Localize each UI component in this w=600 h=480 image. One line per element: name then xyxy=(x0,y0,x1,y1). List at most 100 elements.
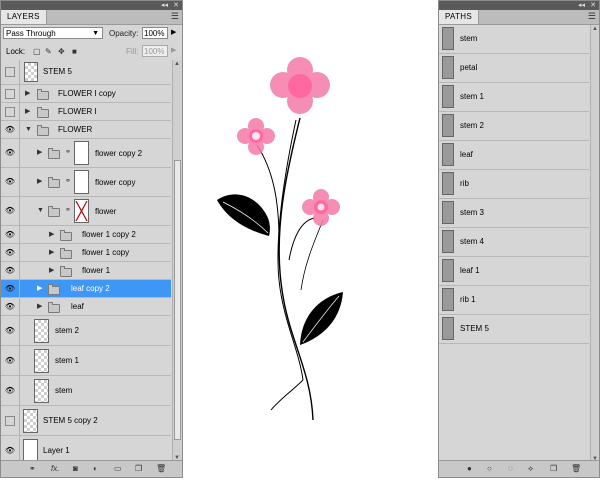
blend-mode-select[interactable]: Pass Through ▼ xyxy=(3,27,103,39)
expand-triangle-icon[interactable]: ▶ xyxy=(49,231,54,239)
make-work-path-icon[interactable]: ⟡ xyxy=(528,463,533,474)
eye-icon[interactable]: 👁 xyxy=(4,206,16,216)
collapse-icon[interactable]: ◂◂ xyxy=(578,1,585,10)
fill-field[interactable]: 100% xyxy=(142,45,168,57)
path-row[interactable]: rib xyxy=(439,170,589,199)
visibility-toggle[interactable] xyxy=(5,416,15,426)
fill-arrow-icon[interactable]: ▶ xyxy=(171,46,176,54)
path-row[interactable]: leaf xyxy=(439,141,589,170)
fill-path-icon[interactable]: ● xyxy=(467,463,472,474)
layer-row[interactable]: 👁 ▼ FLOWER xyxy=(1,121,171,139)
expand-triangle-icon[interactable]: ▶ xyxy=(49,267,54,275)
document-canvas[interactable] xyxy=(183,0,438,478)
eye-icon[interactable]: 👁 xyxy=(4,266,16,276)
lock-position-icon[interactable]: ✥ xyxy=(58,46,65,57)
new-group-icon[interactable]: ▭ xyxy=(114,463,122,474)
lock-image-icon[interactable]: ✎ xyxy=(45,46,52,57)
eye-icon[interactable]: 👁 xyxy=(4,177,16,187)
opacity-arrow-icon[interactable]: ▶ xyxy=(171,28,176,36)
layer-row[interactable]: 👁 ▶ flower 1 copy xyxy=(1,244,171,262)
eye-icon[interactable]: 👁 xyxy=(4,446,16,456)
layer-row[interactable]: ▶ FLOWER I copy xyxy=(1,85,171,103)
layer-row[interactable]: STEM 5 xyxy=(1,60,171,85)
layer-style-icon[interactable]: fx. xyxy=(51,463,59,474)
eye-icon[interactable]: 👁 xyxy=(4,386,16,396)
scroll-up-icon[interactable]: ▲ xyxy=(174,61,180,67)
disabled-mask-thumbnail[interactable] xyxy=(74,199,89,223)
layer-name: flower copy xyxy=(95,178,136,187)
path-name: stem 1 xyxy=(460,92,485,101)
collapse-icon[interactable]: ◂◂ xyxy=(161,1,168,10)
layers-tabbar: LAYERS ☰ xyxy=(1,10,182,25)
path-row[interactable]: stem 3 xyxy=(439,199,589,228)
adjustment-layer-icon[interactable]: ◐ xyxy=(93,463,98,474)
load-as-selection-icon[interactable]: ◌ xyxy=(508,463,513,474)
path-row[interactable]: STEM 5 xyxy=(439,315,589,344)
link-layers-icon[interactable]: ⚭ xyxy=(29,463,36,474)
layer-row[interactable]: 👁 ▶ ⚭ flower copy 2 xyxy=(1,139,171,168)
eye-icon[interactable]: 👁 xyxy=(4,302,16,312)
tab-paths[interactable]: PATHS xyxy=(439,10,479,24)
path-row[interactable]: leaf 1 xyxy=(439,257,589,286)
paths-scrollbar[interactable]: ▲ ▼ xyxy=(590,25,599,463)
expand-triangle-icon[interactable]: ▶ xyxy=(37,149,42,157)
expand-triangle-icon[interactable]: ▶ xyxy=(37,303,42,311)
path-row[interactable]: stem 1 xyxy=(439,83,589,112)
layer-row[interactable]: 👁 ▶ leaf xyxy=(1,298,171,316)
path-row[interactable]: rib 1 xyxy=(439,286,589,315)
eye-icon[interactable]: 👁 xyxy=(4,284,16,294)
expand-triangle-icon[interactable]: ▶ xyxy=(25,108,30,116)
layer-row[interactable]: 👁 ▼ ⚭ flower xyxy=(1,197,171,226)
layer-row[interactable]: 👁 stem xyxy=(1,376,171,406)
eye-icon[interactable]: 👁 xyxy=(4,230,16,240)
eye-icon[interactable]: 👁 xyxy=(4,326,16,336)
new-path-icon[interactable]: ❐ xyxy=(550,463,557,474)
scroll-up-icon[interactable]: ▲ xyxy=(592,26,598,32)
collapse-triangle-icon[interactable]: ▼ xyxy=(37,207,44,215)
trash-icon[interactable]: 🗑 xyxy=(571,463,581,474)
panel-menu-icon[interactable]: ☰ xyxy=(171,11,179,22)
layer-row[interactable]: 👁 ▶ flower 1 copy 2 xyxy=(1,226,171,244)
expand-triangle-icon[interactable]: ▶ xyxy=(37,285,42,293)
path-row[interactable]: stem 4 xyxy=(439,228,589,257)
opacity-field[interactable]: 100% xyxy=(142,27,168,39)
expand-triangle-icon[interactable]: ▶ xyxy=(25,90,30,98)
expand-triangle-icon[interactable]: ▶ xyxy=(37,178,42,186)
stroke-path-icon[interactable]: ○ xyxy=(487,463,492,474)
layer-row[interactable]: ▶ FLOWER I xyxy=(1,103,171,121)
trash-icon[interactable]: 🗑 xyxy=(156,463,166,474)
visibility-toggle[interactable] xyxy=(5,89,15,99)
layer-row[interactable]: 👁 ▶ flower 1 xyxy=(1,262,171,280)
collapse-triangle-icon[interactable]: ▼ xyxy=(25,126,32,134)
mask-thumbnail[interactable] xyxy=(74,170,89,194)
eye-icon[interactable]: 👁 xyxy=(4,248,16,258)
tab-layers[interactable]: LAYERS xyxy=(1,10,47,24)
panel-menu-icon[interactable]: ☰ xyxy=(588,11,596,22)
layer-row-selected[interactable]: 👁 ▶ leaf copy 2 xyxy=(1,280,171,298)
new-layer-icon[interactable]: ❐ xyxy=(135,463,142,474)
path-row[interactable]: petal xyxy=(439,54,589,83)
blend-mode-value: Pass Through xyxy=(6,29,56,38)
layer-row[interactable]: 👁 stem 1 xyxy=(1,346,171,376)
close-icon[interactable]: ✕ xyxy=(590,1,596,10)
visibility-toggle[interactable] xyxy=(5,107,15,117)
eye-icon[interactable]: 👁 xyxy=(4,148,16,158)
path-row[interactable]: stem xyxy=(439,25,589,54)
eye-icon[interactable]: 👁 xyxy=(4,125,16,135)
path-row[interactable]: stem 2 xyxy=(439,112,589,141)
layers-scrollbar[interactable]: ▲ ▼ xyxy=(172,60,182,462)
row-divider xyxy=(19,298,20,315)
layer-row[interactable]: STEM 5 copy 2 xyxy=(1,406,171,436)
add-mask-icon[interactable]: ◙ xyxy=(73,463,78,474)
layer-row[interactable]: 👁 ▶ ⚭ flower copy xyxy=(1,168,171,197)
lock-transparent-icon[interactable]: ▢ xyxy=(33,46,41,57)
eye-icon[interactable]: 👁 xyxy=(4,356,16,366)
mask-thumbnail[interactable] xyxy=(74,141,89,165)
expand-triangle-icon[interactable]: ▶ xyxy=(49,249,54,257)
lock-all-icon[interactable]: ■ xyxy=(72,46,77,57)
layer-name: stem xyxy=(55,386,73,395)
layer-row[interactable]: 👁 stem 2 xyxy=(1,316,171,346)
close-icon[interactable]: ✕ xyxy=(173,1,179,10)
scroll-thumb[interactable] xyxy=(174,160,181,440)
visibility-toggle[interactable] xyxy=(5,67,15,77)
